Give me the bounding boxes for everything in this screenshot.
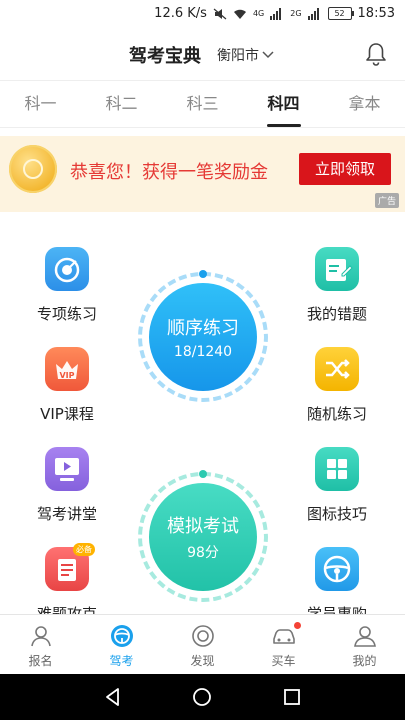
progress-dot <box>199 270 207 278</box>
signal-1-label: 4G <box>252 9 265 18</box>
nav-register-label: 报名 <box>28 654 53 668</box>
notification-dot <box>293 622 301 629</box>
net-speed: 12.6 K/s <box>154 6 207 21</box>
sequential-practice-button[interactable]: 顺序练习 18/1240 <box>138 270 268 402</box>
wifi-icon <box>233 8 247 20</box>
clock: 18:53 <box>357 6 395 21</box>
nav-buy-car-label: 买车 <box>271 654 296 668</box>
nav-register[interactable]: 报名 <box>0 615 81 675</box>
mock-exam-title: 模拟考试 <box>167 516 239 537</box>
vip-crown-icon: VIP <box>45 347 89 391</box>
random-practice-label: 随机练习 <box>306 405 367 423</box>
profile-icon <box>352 623 378 649</box>
tab-get-license[interactable]: 拿本 <box>324 81 405 127</box>
video-screen-icon <box>45 447 89 491</box>
special-practice-item[interactable]: 专项练习 <box>12 247 122 324</box>
tab-subject-3[interactable]: 科三 <box>162 81 243 127</box>
nav-buy-car[interactable]: 买车 <box>243 615 324 675</box>
nav-profile[interactable]: 我的 <box>324 615 405 675</box>
signal-icon-2 <box>307 7 322 20</box>
system-nav-bar <box>0 674 405 720</box>
city-label: 衡阳市 <box>217 48 259 64</box>
ad-message: 恭喜您！获得一笔奖励金 <box>70 162 268 183</box>
coin-icon <box>9 145 57 193</box>
mute-icon <box>213 8 227 20</box>
subject-tabs: 科一 科二 科三 科四 拿本 <box>0 80 405 128</box>
nav-profile-label: 我的 <box>352 654 377 668</box>
sequential-practice-title: 顺序练习 <box>167 318 239 339</box>
vip-course-item[interactable]: VIP VIP课程 <box>12 347 122 424</box>
lecture-hall-label: 驾考讲堂 <box>36 505 97 523</box>
app-header: 驾考宝典 衡阳市 <box>0 28 405 80</box>
ad-tag: 广告 <box>374 193 399 208</box>
my-mistakes-label: 我的错题 <box>306 305 367 323</box>
tab-subject-2[interactable]: 科二 <box>81 81 162 127</box>
shuffle-icon <box>315 347 359 391</box>
steering-wheel-icon <box>315 547 359 591</box>
nav-discover-label: 发现 <box>190 654 215 668</box>
mock-exam-button[interactable]: 模拟考试 98分 <box>138 470 268 602</box>
signal-icon <box>270 7 284 20</box>
vip-badge-text: VIP <box>59 371 75 380</box>
home-icon[interactable] <box>192 687 212 707</box>
signal-2-label: 2G <box>290 9 302 18</box>
status-bar: 12.6 K/s 4G 2G 52 18:53 <box>0 0 405 28</box>
back-icon[interactable] <box>103 687 123 707</box>
icon-tips-label: 图标技巧 <box>306 505 367 523</box>
nav-discover[interactable]: 发现 <box>162 615 243 675</box>
battery-icon: 52 <box>327 7 354 20</box>
claim-button[interactable]: 立即领取 <box>299 153 391 185</box>
special-practice-label: 专项练习 <box>36 305 97 323</box>
ad-banner[interactable]: 恭喜您！获得一笔奖励金 立即领取 广告 <box>0 136 405 212</box>
my-mistakes-item[interactable]: 我的错题 <box>282 247 392 324</box>
sequential-practice-core: 顺序练习 18/1240 <box>149 283 257 391</box>
bell-icon[interactable] <box>365 42 387 66</box>
edit-note-icon <box>315 247 359 291</box>
steering-wheel-icon <box>109 623 135 649</box>
grid-icon <box>315 447 359 491</box>
checklist-icon: 必备 <box>45 543 95 591</box>
discover-icon <box>190 623 216 649</box>
icon-tips-item[interactable]: 图标技巧 <box>282 447 392 524</box>
city-selector[interactable]: 衡阳市 <box>217 45 274 65</box>
mock-exam-core: 模拟考试 98分 <box>149 483 257 591</box>
bottom-nav: 报名 驾考 发现 买车 我的 <box>0 614 405 675</box>
nav-driving-test-label: 驾考 <box>109 654 134 668</box>
register-icon <box>28 623 54 649</box>
tab-subject-4[interactable]: 科四 <box>243 81 324 127</box>
app-title: 驾考宝典 <box>129 46 201 67</box>
exam-dot <box>199 470 207 478</box>
vip-course-label: VIP课程 <box>40 405 94 423</box>
recents-icon[interactable] <box>282 687 302 707</box>
nav-driving-test[interactable]: 驾考 <box>81 615 162 675</box>
student-buy-item[interactable]: 学员惠购 <box>282 547 392 624</box>
random-practice-item[interactable]: 随机练习 <box>282 347 392 424</box>
mock-exam-score: 98分 <box>187 545 219 561</box>
tab-subject-1[interactable]: 科一 <box>0 81 81 127</box>
sequential-practice-progress: 18/1240 <box>173 344 233 360</box>
lecture-hall-item[interactable]: 驾考讲堂 <box>12 447 122 524</box>
car-icon <box>271 623 297 649</box>
target-icon <box>45 247 89 291</box>
hard-badge: 必备 <box>73 543 95 556</box>
hard-questions-item[interactable]: 必备 难题攻克 <box>12 543 122 624</box>
chevron-down-icon <box>262 51 274 59</box>
